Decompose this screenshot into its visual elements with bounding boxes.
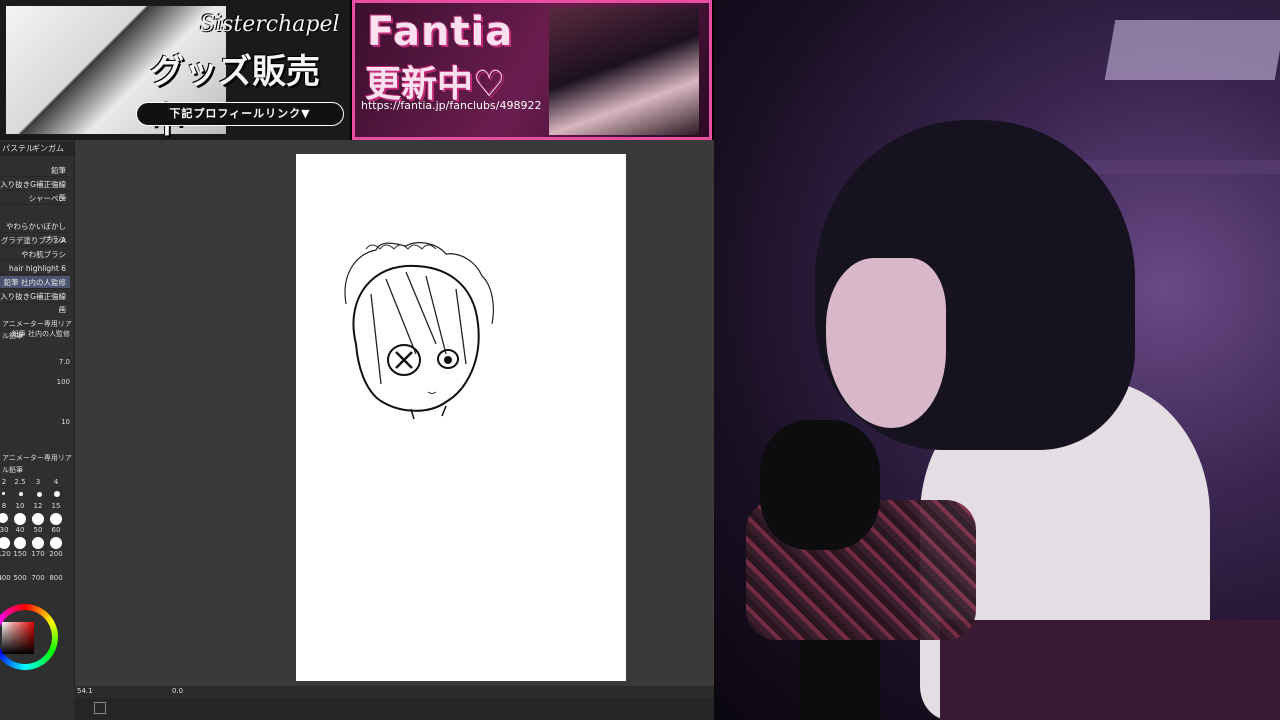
size-dot[interactable] bbox=[0, 513, 8, 523]
size-cell[interactable]: 200 bbox=[48, 550, 64, 558]
size-dot[interactable] bbox=[2, 492, 5, 495]
brush-item-selected[interactable]: 鉛筆 社内の人監修 bbox=[0, 276, 70, 289]
sketch-drawing bbox=[344, 242, 494, 420]
brush-size-value[interactable]: 7.0 bbox=[0, 356, 70, 368]
size-dot[interactable] bbox=[32, 513, 44, 525]
size-cell[interactable]: 3 bbox=[30, 478, 46, 486]
subtool-label-2: 鉛筆 社内の人監修 bbox=[11, 330, 70, 338]
brush-item[interactable]: シャーペン bbox=[0, 192, 70, 205]
size-cell[interactable]: 150 bbox=[12, 550, 28, 558]
brush-item[interactable]: hair highlight 6 bbox=[0, 262, 70, 275]
brush-item[interactable]: やわ肌ブラシ bbox=[0, 248, 70, 261]
color-saturation-square[interactable] bbox=[2, 622, 34, 654]
size-dot[interactable] bbox=[37, 492, 42, 497]
size-dot[interactable] bbox=[14, 537, 26, 549]
profile-link-pill: 下記プロフィールリンク▼ bbox=[136, 102, 344, 126]
size-cell[interactable]: 800 bbox=[48, 574, 64, 582]
stabilization-value[interactable]: 10 bbox=[0, 416, 70, 428]
size-cell[interactable]: 12 bbox=[30, 502, 46, 510]
size-dot[interactable] bbox=[50, 513, 62, 525]
size-dot[interactable] bbox=[14, 513, 26, 525]
brush-item[interactable]: 入り抜きG補正強線画 bbox=[0, 290, 70, 314]
brush-panel: パステル ギンガム 鉛筆 入り抜きG補正強線画 シャーペン やわらかいぼかしブラ… bbox=[0, 140, 75, 720]
size-cell[interactable]: 2 bbox=[0, 478, 12, 486]
size-cell[interactable]: 15 bbox=[48, 502, 64, 510]
background-light bbox=[1104, 20, 1280, 80]
fantia-banner: Fantia 更新中♡ https://fantia.jp/fanclubs/4… bbox=[352, 0, 712, 140]
brush-item[interactable]: グラデ塗りブラシA bbox=[0, 234, 70, 247]
size-cell[interactable]: 4 bbox=[48, 478, 64, 486]
brush-item[interactable]: 鉛筆 bbox=[0, 164, 70, 177]
size-cell[interactable]: 400 bbox=[0, 574, 12, 582]
streamer-skirt bbox=[940, 620, 1280, 720]
navigator-icon[interactable] bbox=[94, 702, 106, 714]
background-shelf bbox=[1080, 160, 1280, 174]
fantia-title: Fantia bbox=[367, 9, 514, 55]
size-cell[interactable]: 60 bbox=[48, 526, 64, 534]
size-cell[interactable]: 10 bbox=[12, 502, 28, 510]
zoom-value[interactable]: 54.1 bbox=[77, 687, 93, 695]
size-cell[interactable]: 2.5 bbox=[12, 478, 28, 486]
opacity-value[interactable]: 100 bbox=[0, 376, 70, 388]
size-cell[interactable]: 170 bbox=[30, 550, 46, 558]
size-dot[interactable] bbox=[19, 492, 23, 496]
size-cell[interactable]: 30 bbox=[0, 526, 12, 534]
size-palette-label: アニメーター専用リアル鉛筆 bbox=[2, 454, 72, 474]
tab-pastel[interactable]: パステル bbox=[2, 143, 34, 154]
goods-title: グッズ販売中 bbox=[150, 52, 320, 141]
drawing-canvas[interactable] bbox=[296, 154, 626, 681]
size-cell[interactable]: 500 bbox=[12, 574, 28, 582]
color-wheel[interactable] bbox=[0, 604, 58, 670]
brand-logo: Sisterchapel bbox=[200, 12, 340, 37]
size-cell[interactable]: 120 bbox=[0, 550, 12, 558]
brush-tabs: パステル ギンガム bbox=[0, 142, 74, 156]
size-cell[interactable]: 40 bbox=[12, 526, 28, 534]
size-cell[interactable]: 8 bbox=[0, 502, 12, 510]
tab-gingham[interactable]: ギンガム bbox=[32, 143, 64, 154]
size-dot[interactable] bbox=[54, 491, 60, 497]
rotation-value[interactable]: 0.0 bbox=[172, 687, 183, 695]
size-dot[interactable] bbox=[32, 537, 44, 549]
canvas-status-bar: 54.1 0.0 bbox=[74, 686, 714, 698]
fantia-url: https://fantia.jp/fanclubs/498922 bbox=[361, 99, 542, 112]
size-dot[interactable] bbox=[50, 537, 62, 549]
brush-item[interactable]: やわらかいぼかしブラシ bbox=[0, 220, 70, 244]
fantia-photo bbox=[549, 7, 699, 135]
brush-item[interactable]: 入り抜きG補正強線画 bbox=[0, 178, 70, 202]
microphone-icon bbox=[760, 420, 880, 550]
bottom-toolbar bbox=[74, 698, 714, 720]
size-dot[interactable] bbox=[0, 537, 10, 549]
size-cell[interactable]: 700 bbox=[30, 574, 46, 582]
size-cell[interactable]: 50 bbox=[30, 526, 46, 534]
goods-banner: Sisterchapel グッズ販売中 下記プロフィールリンク▼ bbox=[0, 0, 350, 141]
